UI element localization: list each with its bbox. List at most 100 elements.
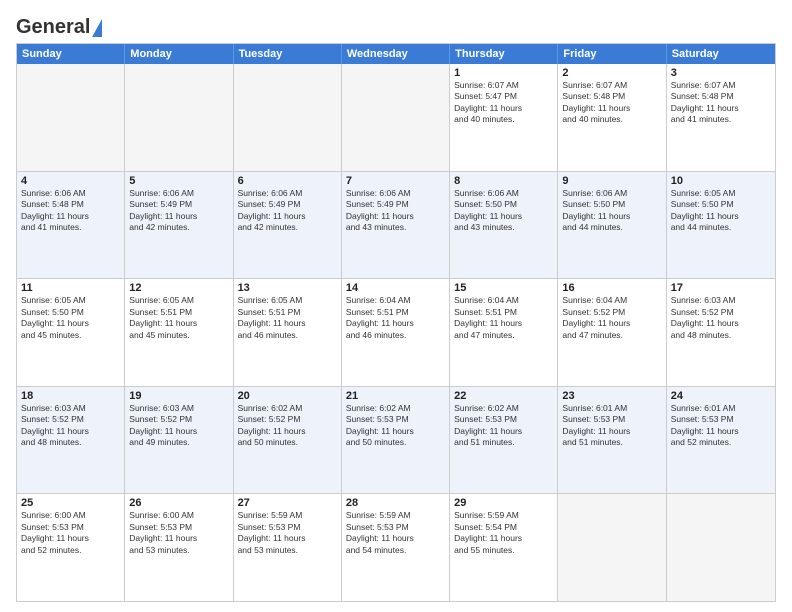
calendar-cell: 29Sunrise: 5:59 AM Sunset: 5:54 PM Dayli…: [450, 494, 558, 601]
calendar-cell: 27Sunrise: 5:59 AM Sunset: 5:53 PM Dayli…: [234, 494, 342, 601]
day-info: Sunrise: 6:03 AM Sunset: 5:52 PM Dayligh…: [21, 403, 120, 449]
calendar-header-cell: Wednesday: [342, 44, 450, 64]
calendar-cell: [342, 64, 450, 171]
calendar-row: 25Sunrise: 6:00 AM Sunset: 5:53 PM Dayli…: [17, 493, 775, 601]
day-number: 23: [562, 390, 661, 402]
calendar-cell: 14Sunrise: 6:04 AM Sunset: 5:51 PM Dayli…: [342, 279, 450, 386]
day-info: Sunrise: 6:00 AM Sunset: 5:53 PM Dayligh…: [129, 510, 228, 556]
calendar-cell: 9Sunrise: 6:06 AM Sunset: 5:50 PM Daylig…: [558, 172, 666, 279]
calendar: SundayMondayTuesdayWednesdayThursdayFrid…: [16, 43, 776, 602]
day-number: 16: [562, 282, 661, 294]
logo-triangle-icon: [92, 19, 102, 37]
calendar-cell: 26Sunrise: 6:00 AM Sunset: 5:53 PM Dayli…: [125, 494, 233, 601]
calendar-header-cell: Monday: [125, 44, 233, 64]
day-number: 13: [238, 282, 337, 294]
day-number: 7: [346, 175, 445, 187]
header: General: [16, 12, 776, 37]
day-info: Sunrise: 6:05 AM Sunset: 5:50 PM Dayligh…: [21, 295, 120, 341]
day-info: Sunrise: 6:01 AM Sunset: 5:53 PM Dayligh…: [562, 403, 661, 449]
day-info: Sunrise: 6:00 AM Sunset: 5:53 PM Dayligh…: [21, 510, 120, 556]
calendar-cell: 6Sunrise: 6:06 AM Sunset: 5:49 PM Daylig…: [234, 172, 342, 279]
day-number: 18: [21, 390, 120, 402]
day-number: 8: [454, 175, 553, 187]
calendar-row: 11Sunrise: 6:05 AM Sunset: 5:50 PM Dayli…: [17, 278, 775, 386]
day-info: Sunrise: 6:05 AM Sunset: 5:50 PM Dayligh…: [671, 188, 771, 234]
day-info: Sunrise: 6:04 AM Sunset: 5:52 PM Dayligh…: [562, 295, 661, 341]
day-info: Sunrise: 6:06 AM Sunset: 5:50 PM Dayligh…: [454, 188, 553, 234]
day-number: 11: [21, 282, 120, 294]
day-info: Sunrise: 6:02 AM Sunset: 5:53 PM Dayligh…: [454, 403, 553, 449]
day-info: Sunrise: 6:06 AM Sunset: 5:49 PM Dayligh…: [346, 188, 445, 234]
calendar-cell: 11Sunrise: 6:05 AM Sunset: 5:50 PM Dayli…: [17, 279, 125, 386]
day-number: 26: [129, 497, 228, 509]
calendar-cell: [558, 494, 666, 601]
day-number: 1: [454, 67, 553, 79]
day-number: 2: [562, 67, 661, 79]
calendar-cell: 25Sunrise: 6:00 AM Sunset: 5:53 PM Dayli…: [17, 494, 125, 601]
calendar-row: 4Sunrise: 6:06 AM Sunset: 5:48 PM Daylig…: [17, 171, 775, 279]
logo: General: [16, 16, 102, 37]
calendar-cell: 13Sunrise: 6:05 AM Sunset: 5:51 PM Dayli…: [234, 279, 342, 386]
day-info: Sunrise: 6:06 AM Sunset: 5:49 PM Dayligh…: [129, 188, 228, 234]
calendar-cell: 23Sunrise: 6:01 AM Sunset: 5:53 PM Dayli…: [558, 387, 666, 494]
day-info: Sunrise: 6:06 AM Sunset: 5:48 PM Dayligh…: [21, 188, 120, 234]
day-number: 17: [671, 282, 771, 294]
day-info: Sunrise: 5:59 AM Sunset: 5:53 PM Dayligh…: [238, 510, 337, 556]
calendar-cell: 18Sunrise: 6:03 AM Sunset: 5:52 PM Dayli…: [17, 387, 125, 494]
calendar-cell: [17, 64, 125, 171]
day-info: Sunrise: 6:04 AM Sunset: 5:51 PM Dayligh…: [346, 295, 445, 341]
calendar-cell: 4Sunrise: 6:06 AM Sunset: 5:48 PM Daylig…: [17, 172, 125, 279]
day-number: 27: [238, 497, 337, 509]
logo-general-text: General: [16, 16, 90, 39]
calendar-row: 18Sunrise: 6:03 AM Sunset: 5:52 PM Dayli…: [17, 386, 775, 494]
calendar-cell: 21Sunrise: 6:02 AM Sunset: 5:53 PM Dayli…: [342, 387, 450, 494]
calendar-cell: 22Sunrise: 6:02 AM Sunset: 5:53 PM Dayli…: [450, 387, 558, 494]
calendar-cell: 3Sunrise: 6:07 AM Sunset: 5:48 PM Daylig…: [667, 64, 775, 171]
calendar-cell: 5Sunrise: 6:06 AM Sunset: 5:49 PM Daylig…: [125, 172, 233, 279]
calendar-cell: 19Sunrise: 6:03 AM Sunset: 5:52 PM Dayli…: [125, 387, 233, 494]
calendar-cell: 10Sunrise: 6:05 AM Sunset: 5:50 PM Dayli…: [667, 172, 775, 279]
day-number: 25: [21, 497, 120, 509]
day-number: 6: [238, 175, 337, 187]
calendar-header-cell: Thursday: [450, 44, 558, 64]
calendar-row: 1Sunrise: 6:07 AM Sunset: 5:47 PM Daylig…: [17, 64, 775, 171]
calendar-cell: 20Sunrise: 6:02 AM Sunset: 5:52 PM Dayli…: [234, 387, 342, 494]
day-number: 5: [129, 175, 228, 187]
calendar-cell: 24Sunrise: 6:01 AM Sunset: 5:53 PM Dayli…: [667, 387, 775, 494]
day-info: Sunrise: 6:05 AM Sunset: 5:51 PM Dayligh…: [129, 295, 228, 341]
day-number: 29: [454, 497, 553, 509]
calendar-header-cell: Tuesday: [234, 44, 342, 64]
day-number: 21: [346, 390, 445, 402]
calendar-cell: 8Sunrise: 6:06 AM Sunset: 5:50 PM Daylig…: [450, 172, 558, 279]
day-number: 10: [671, 175, 771, 187]
day-number: 20: [238, 390, 337, 402]
calendar-cell: 15Sunrise: 6:04 AM Sunset: 5:51 PM Dayli…: [450, 279, 558, 386]
day-number: 9: [562, 175, 661, 187]
calendar-cell: 28Sunrise: 5:59 AM Sunset: 5:53 PM Dayli…: [342, 494, 450, 601]
day-number: 14: [346, 282, 445, 294]
day-info: Sunrise: 6:01 AM Sunset: 5:53 PM Dayligh…: [671, 403, 771, 449]
day-number: 3: [671, 67, 771, 79]
day-info: Sunrise: 6:07 AM Sunset: 5:48 PM Dayligh…: [562, 80, 661, 126]
day-info: Sunrise: 6:02 AM Sunset: 5:53 PM Dayligh…: [346, 403, 445, 449]
calendar-header-cell: Sunday: [17, 44, 125, 64]
day-info: Sunrise: 6:03 AM Sunset: 5:52 PM Dayligh…: [129, 403, 228, 449]
day-info: Sunrise: 6:06 AM Sunset: 5:50 PM Dayligh…: [562, 188, 661, 234]
calendar-cell: [125, 64, 233, 171]
calendar-cell: 12Sunrise: 6:05 AM Sunset: 5:51 PM Dayli…: [125, 279, 233, 386]
day-info: Sunrise: 5:59 AM Sunset: 5:53 PM Dayligh…: [346, 510, 445, 556]
calendar-cell: 16Sunrise: 6:04 AM Sunset: 5:52 PM Dayli…: [558, 279, 666, 386]
day-number: 24: [671, 390, 771, 402]
day-info: Sunrise: 5:59 AM Sunset: 5:54 PM Dayligh…: [454, 510, 553, 556]
calendar-cell: 17Sunrise: 6:03 AM Sunset: 5:52 PM Dayli…: [667, 279, 775, 386]
day-number: 4: [21, 175, 120, 187]
day-number: 22: [454, 390, 553, 402]
day-number: 19: [129, 390, 228, 402]
calendar-cell: [234, 64, 342, 171]
page: General SundayMondayTuesdayWednesdayThur…: [0, 0, 792, 612]
calendar-body: 1Sunrise: 6:07 AM Sunset: 5:47 PM Daylig…: [17, 64, 775, 601]
day-info: Sunrise: 6:04 AM Sunset: 5:51 PM Dayligh…: [454, 295, 553, 341]
day-info: Sunrise: 6:07 AM Sunset: 5:47 PM Dayligh…: [454, 80, 553, 126]
logo-wrapper: General: [16, 16, 102, 39]
day-info: Sunrise: 6:06 AM Sunset: 5:49 PM Dayligh…: [238, 188, 337, 234]
